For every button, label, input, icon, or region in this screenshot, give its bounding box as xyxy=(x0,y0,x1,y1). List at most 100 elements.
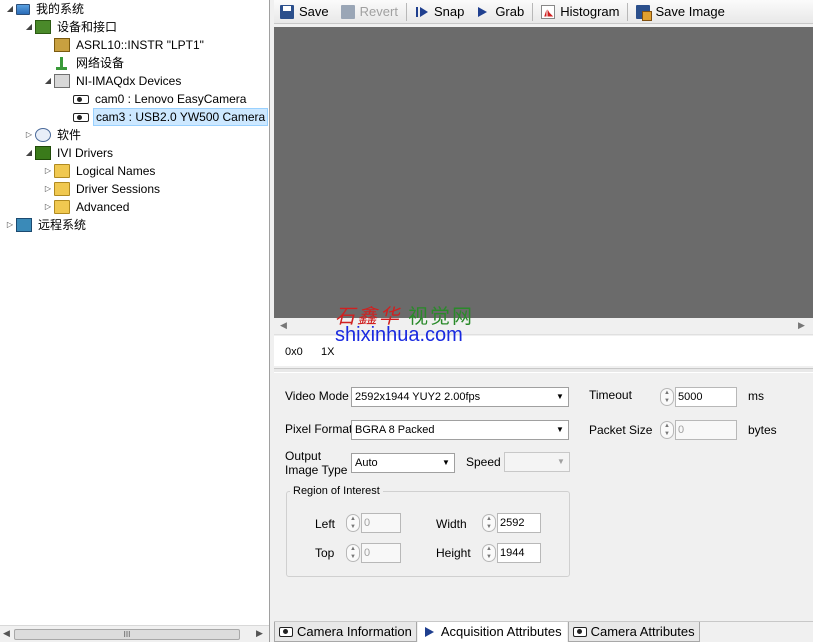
play-icon xyxy=(423,626,437,637)
output-image-type-label: Output Image Type xyxy=(285,449,348,477)
collapsed-arrow-icon[interactable]: ▷ xyxy=(42,162,54,180)
tree-item-label: IVI Drivers xyxy=(57,146,114,160)
tab-acquisition-attributes[interactable]: Acquisition Attributes xyxy=(417,622,567,642)
tree-item[interactable]: ▷ Advanced xyxy=(42,198,131,216)
tree-item[interactable]: ▷ Logical Names xyxy=(42,162,157,180)
toolbar: Save Revert Snap Grab Histogram Save Ima… xyxy=(274,0,813,24)
packet-size-unit: bytes xyxy=(748,423,777,437)
grab-button[interactable]: Grab xyxy=(470,1,530,23)
tree-item-label: NI-IMAQdx Devices xyxy=(76,74,182,88)
tree-horizontal-scrollbar[interactable]: ◀ III ▶ xyxy=(0,625,269,642)
tree-item-label: 设备和接口 xyxy=(57,20,118,34)
revert-button[interactable]: Revert xyxy=(335,1,404,23)
pixel-format-select[interactable]: BGRA 8 Packed ▼ xyxy=(351,420,569,440)
collapsed-arrow-icon[interactable]: ▷ xyxy=(42,180,54,198)
tree-item-label: Driver Sessions xyxy=(76,182,161,196)
chevron-down-icon: ▼ xyxy=(442,458,450,467)
save-image-button[interactable]: Save Image xyxy=(630,1,730,23)
toolbar-separator xyxy=(627,2,629,21)
tree-item[interactable]: ▷ Driver Sessions xyxy=(42,180,162,198)
roi-width-label: Width xyxy=(436,517,467,531)
spinner-arrows-icon[interactable]: ▲ ▼ xyxy=(660,388,674,406)
spinner-arrows-icon[interactable]: ▲ ▼ xyxy=(346,514,360,532)
timeout-label: Timeout xyxy=(589,388,632,402)
tree-item[interactable]: cam3 : USB2.0 YW500 Camera xyxy=(61,108,269,126)
snap-icon xyxy=(415,5,429,19)
scroll-left-arrow-icon[interactable]: ◀ xyxy=(3,628,10,639)
zoom-level: 1X xyxy=(321,346,335,358)
tree-item[interactable]: ◢ NI-IMAQdx Devices xyxy=(42,72,183,90)
spinner-arrows-icon[interactable]: ▲ ▼ xyxy=(346,544,360,562)
save-icon xyxy=(280,4,294,19)
roi-width-spinner[interactable]: ▲ ▼ 2592 xyxy=(482,513,541,533)
spinner-arrows-icon[interactable]: ▲ ▼ xyxy=(482,514,496,532)
tree-item[interactable]: 网络设备 xyxy=(42,54,126,72)
tree-item-label: 网络设备 xyxy=(76,56,125,70)
chevron-down-icon: ▼ xyxy=(556,392,564,401)
packet-size-input[interactable]: 0 xyxy=(675,420,737,440)
roi-width-input[interactable]: 2592 xyxy=(497,513,541,533)
spinner-arrows-icon[interactable]: ▲ ▼ xyxy=(482,544,496,562)
output-image-type-select[interactable]: Auto ▼ xyxy=(351,453,455,473)
configuration-tree[interactable]: ◢ 我的系统 ◢ 设备和接口 ASRL10::INSTR "LPT1" 网络设备 ◢ NI-I… xyxy=(0,0,270,642)
expanded-arrow-icon[interactable]: ◢ xyxy=(4,0,16,18)
watermark: 石鑫华 视觉网 shixinhua.com xyxy=(335,300,485,350)
scroll-right-arrow-icon[interactable]: ▶ xyxy=(256,628,263,639)
pixel-coordinates: 0x0 xyxy=(285,346,303,358)
camera-icon xyxy=(279,626,293,637)
tab-camera-information[interactable]: Camera Information xyxy=(274,622,417,642)
roi-height-input[interactable]: 1944 xyxy=(497,543,541,563)
expanded-arrow-icon[interactable]: ◢ xyxy=(23,144,35,162)
roi-top-spinner[interactable]: ▲ ▼ 0 xyxy=(346,543,401,563)
histogram-button[interactable]: Histogram xyxy=(535,1,625,23)
save-image-icon xyxy=(636,4,653,21)
roi-left-label: Left xyxy=(315,517,336,531)
roi-left-spinner[interactable]: ▲ ▼ 0 xyxy=(346,513,401,533)
folder-sessions-icon xyxy=(54,182,70,196)
tree-item[interactable]: cam0 : Lenovo EasyCamera xyxy=(61,90,248,108)
save-button[interactable]: Save xyxy=(274,1,335,23)
timeout-spinner[interactable]: ▲ ▼ 5000 xyxy=(660,387,737,407)
toolbar-separator xyxy=(405,2,407,21)
ni-max-window: ◢ 我的系统 ◢ 设备和接口 ASRL10::INSTR "LPT1" 网络设备 ◢ NI-I… xyxy=(0,0,813,642)
scroll-thumb[interactable]: III xyxy=(14,629,240,640)
tab-camera-attributes[interactable]: Camera Attributes xyxy=(567,622,700,642)
attribute-tabs: Camera Information Acquisition Attribute… xyxy=(274,621,813,642)
tree-item[interactable]: ▷ 远程系统 xyxy=(4,216,88,234)
expanded-arrow-icon[interactable]: ◢ xyxy=(42,72,54,90)
collapsed-arrow-icon[interactable]: ▷ xyxy=(23,126,35,144)
network-icon xyxy=(54,56,70,70)
scroll-left-arrow-icon[interactable]: ◀ xyxy=(280,320,287,331)
video-mode-select[interactable]: 2592x1944 YUY2 2.00fps ▼ xyxy=(351,387,569,407)
packet-size-label: Packet Size xyxy=(589,423,653,437)
collapsed-arrow-icon[interactable]: ▷ xyxy=(42,198,54,216)
roi-left-input[interactable]: 0 xyxy=(361,513,401,533)
toolbar-separator xyxy=(532,2,534,21)
roi-height-spinner[interactable]: ▲ ▼ 1944 xyxy=(482,543,541,563)
scroll-right-arrow-icon[interactable]: ▶ xyxy=(798,320,805,331)
image-display[interactable] xyxy=(274,27,813,318)
tree-item[interactable]: ASRL10::INSTR "LPT1" xyxy=(42,36,206,54)
tree-item-label: cam3 : USB2.0 YW500 Camera xyxy=(93,108,269,126)
collapsed-arrow-icon[interactable]: ▷ xyxy=(4,216,16,234)
tree-item[interactable]: ◢ IVI Drivers xyxy=(23,144,115,162)
speed-select[interactable]: ▼ xyxy=(504,452,570,472)
roi-top-input[interactable]: 0 xyxy=(361,543,401,563)
packet-size-spinner[interactable]: ▲ ▼ 0 xyxy=(660,420,737,440)
tree-item[interactable]: ◢ 设备和接口 xyxy=(23,18,119,36)
roi-height-label: Height xyxy=(436,546,471,560)
camera-icon xyxy=(73,94,89,104)
timeout-input[interactable]: 5000 xyxy=(675,387,737,407)
roi-group-title: Region of Interest xyxy=(290,485,383,497)
tree-item[interactable]: ▷ 软件 xyxy=(23,126,83,144)
tree-item-label: 远程系统 xyxy=(38,218,87,232)
snap-button[interactable]: Snap xyxy=(409,1,470,23)
spinner-arrows-icon[interactable]: ▲ ▼ xyxy=(660,421,674,439)
expanded-arrow-icon[interactable]: ◢ xyxy=(23,18,35,36)
camera-icon xyxy=(73,112,89,122)
roi-top-label: Top xyxy=(315,546,335,560)
chevron-down-icon: ▼ xyxy=(557,457,565,466)
tree-item[interactable]: ◢ 我的系统 xyxy=(4,0,86,18)
